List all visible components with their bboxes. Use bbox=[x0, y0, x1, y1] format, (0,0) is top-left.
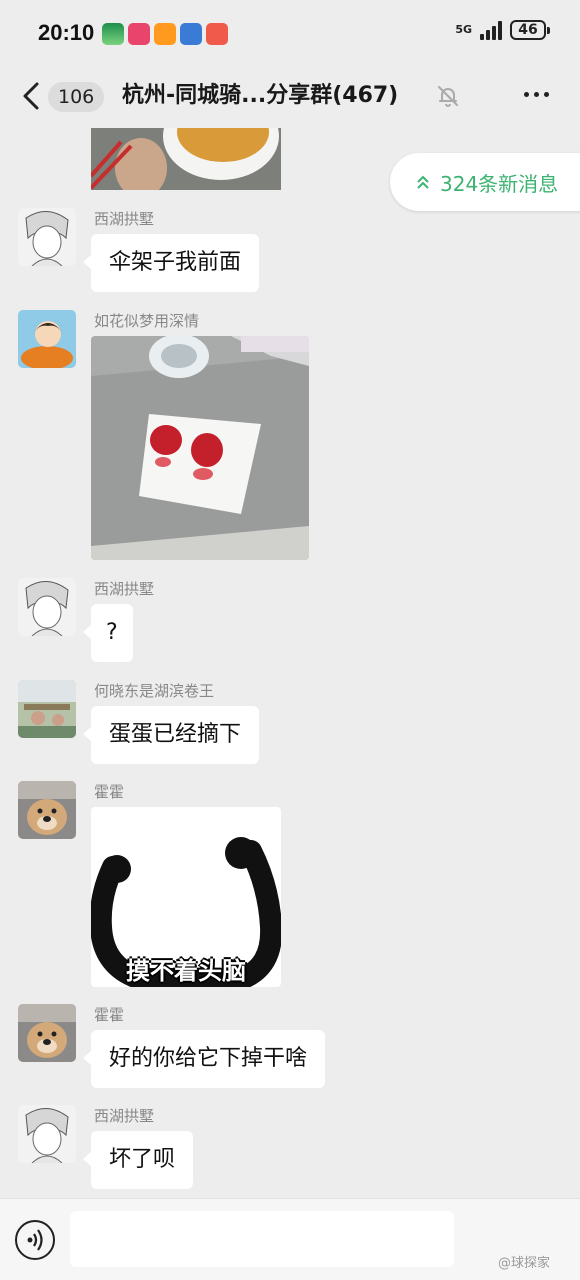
sender-name: 霍霍 bbox=[94, 783, 125, 801]
avatar[interactable] bbox=[18, 1004, 76, 1062]
back-arrow-icon[interactable] bbox=[20, 80, 44, 112]
food-photo bbox=[91, 128, 281, 190]
message-list[interactable]: 西湖拱墅 伞架子我前面 如花似梦用深情 西湖拱墅 ? 何晓东是湖滨卷王 蛋蛋已经… bbox=[0, 128, 580, 1198]
partial-image-message[interactable] bbox=[91, 128, 281, 190]
network-type: 5G bbox=[455, 23, 472, 36]
sender-name: 西湖拱墅 bbox=[94, 1107, 155, 1125]
status-time: 20:10 bbox=[38, 20, 95, 45]
input-bar bbox=[0, 1198, 580, 1280]
app-notification-icon bbox=[154, 23, 176, 45]
chat-header: 106 杭州-同城骑...分享群(467) bbox=[0, 66, 580, 128]
image-message[interactable] bbox=[91, 336, 309, 560]
signal-icon bbox=[480, 20, 502, 40]
status-indicators: 5G 46 bbox=[455, 20, 550, 40]
chat-title: 杭州-同城骑...分享群(467) bbox=[122, 83, 399, 108]
sender-name: 西湖拱墅 bbox=[94, 210, 155, 228]
sender-name: 霍霍 bbox=[94, 1006, 125, 1024]
message-bubble[interactable]: 伞架子我前面 bbox=[82, 234, 260, 292]
new-messages-label: 324条新消息 bbox=[440, 171, 559, 196]
app-notification-icon bbox=[206, 23, 228, 45]
double-chevron-up-icon bbox=[417, 175, 429, 189]
message-bubble[interactable]: 坏了呗 bbox=[82, 1131, 194, 1189]
sender-name: 西湖拱墅 bbox=[94, 580, 155, 598]
battery-icon: 46 bbox=[510, 20, 550, 40]
mute-bell-icon bbox=[438, 86, 458, 107]
message-bubble[interactable]: 好的你给它下掉干啥 bbox=[82, 1030, 326, 1088]
message-bubble[interactable]: ? bbox=[83, 604, 133, 662]
new-messages-button[interactable]: 324条新消息 bbox=[390, 153, 580, 211]
more-options-icon[interactable] bbox=[524, 92, 549, 97]
avatar[interactable] bbox=[18, 578, 76, 636]
avatar[interactable] bbox=[18, 310, 76, 368]
avatar[interactable] bbox=[18, 208, 76, 266]
app-notification-icon bbox=[102, 23, 124, 45]
avatar[interactable] bbox=[18, 1105, 76, 1163]
voice-wave-icon bbox=[27, 1229, 43, 1251]
message-bubble[interactable]: 蛋蛋已经摘下 bbox=[82, 706, 260, 764]
status-app-icons bbox=[102, 23, 228, 45]
message-input[interactable] bbox=[70, 1211, 454, 1267]
avatar[interactable] bbox=[18, 680, 76, 738]
status-bar: 20:10 5G 46 bbox=[0, 0, 580, 66]
app-notification-icon bbox=[128, 23, 150, 45]
sender-name: 如花似梦用深情 bbox=[94, 312, 200, 330]
sticker-caption: 摸不着头脑 bbox=[126, 957, 246, 985]
watermark: @球探家 bbox=[498, 1256, 551, 1271]
sticker-message[interactable]: 摸不着头脑 bbox=[91, 807, 281, 987]
voice-input-button[interactable] bbox=[15, 1220, 55, 1260]
sender-name: 何晓东是湖滨卷王 bbox=[94, 682, 215, 700]
photo bbox=[91, 336, 309, 560]
avatar[interactable] bbox=[18, 781, 76, 839]
unread-count-badge[interactable]: 106 bbox=[48, 82, 105, 112]
app-notification-icon bbox=[180, 23, 202, 45]
